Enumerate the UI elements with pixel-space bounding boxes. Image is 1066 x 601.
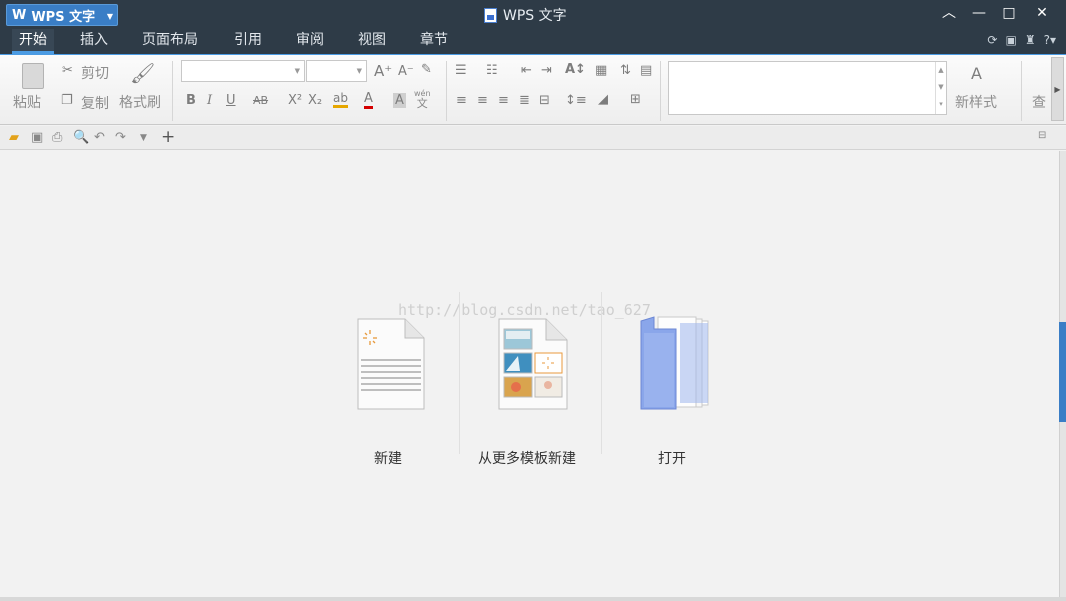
subscript-button[interactable]: X₂ <box>308 93 322 108</box>
table-grid-icon[interactable]: ▦ <box>595 63 607 78</box>
paste-button[interactable]: 粘贴 <box>13 92 41 112</box>
phonetic-guide-icon[interactable]: wén 文 <box>414 89 431 109</box>
chevron-down-icon: ▼ <box>356 67 362 75</box>
bold-button[interactable]: B <box>186 93 196 108</box>
toolbar-options-icon[interactable]: ⊟ <box>1038 130 1046 141</box>
line-spacing-icon[interactable]: ↕≡ <box>565 93 587 108</box>
separator <box>172 61 173 121</box>
ribbon-tab-bar: 开始 插入 页面布局 引用 审阅 视图 章节 ⟳ ▣ ♜ ?▾ <box>0 29 1066 54</box>
bullet-list-icon[interactable]: ☰ <box>455 63 467 78</box>
title-bar: W WPS 文字 ▼ WPS 文字 ︿ — □ ✕ <box>0 0 1066 29</box>
open-folder-large-icon[interactable] <box>640 315 710 411</box>
tab-bar-tools: ⟳ ▣ ♜ ?▾ <box>987 33 1056 47</box>
separator <box>446 61 447 121</box>
paste-icon[interactable] <box>22 63 44 89</box>
numbered-list-icon[interactable]: ☷ <box>486 63 498 78</box>
tab-view[interactable]: 视图 <box>358 29 386 54</box>
find-button[interactable]: 查 <box>1032 92 1046 112</box>
copy-icon: ❐ <box>61 93 73 108</box>
ribbon-scroll-right-button[interactable]: ▶ <box>1051 57 1064 121</box>
skin-icon[interactable]: ♜ <box>1025 33 1036 47</box>
format-painter-icon: 🖌 <box>130 61 156 85</box>
watermark-text: http://blog.csdn.net/tao_627 <box>398 301 651 319</box>
minimize-button[interactable]: — <box>966 3 992 23</box>
align-left-icon[interactable]: ≡ <box>456 93 467 108</box>
tab-page-layout[interactable]: 页面布局 <box>142 29 198 54</box>
char-shading-icon[interactable]: A <box>393 93 406 108</box>
customize-dropdown-icon[interactable]: ▼ <box>140 133 147 143</box>
decrease-indent-icon[interactable]: ⇤ <box>521 63 532 78</box>
divider <box>459 292 460 454</box>
chevron-down-icon: ▼ <box>106 12 113 21</box>
account-icon[interactable]: ▣ <box>1005 33 1016 47</box>
show-marks-icon[interactable]: ▤ <box>640 63 652 78</box>
highlight-icon[interactable]: ab <box>333 91 348 108</box>
print-preview-icon[interactable]: 🔍 <box>73 130 89 145</box>
clear-format-icon[interactable]: ✎ <box>421 62 432 77</box>
font-name-select[interactable]: ▼ <box>181 60 305 82</box>
format-painter-button[interactable]: 格式刷 <box>119 92 161 112</box>
cut-button[interactable]: 剪切 <box>81 63 109 83</box>
tab-references[interactable]: 引用 <box>234 29 262 54</box>
help-icon[interactable]: ?▾ <box>1044 33 1056 47</box>
new-style-icon: A <box>971 64 982 83</box>
paragraph-shading-icon[interactable]: ◢ <box>598 92 608 107</box>
undo-icon[interactable]: ↶ <box>94 130 105 145</box>
borders-icon[interactable]: ⊞ <box>630 92 641 107</box>
separator <box>1021 61 1022 121</box>
tab-sections[interactable]: 章节 <box>420 29 448 54</box>
strikethrough-button[interactable]: AB <box>253 94 268 107</box>
chevron-down-icon: ▼ <box>294 67 300 75</box>
phonetic-char: 文 <box>416 97 428 110</box>
bottom-edge <box>0 597 1066 601</box>
wps-logo-icon: W <box>12 7 27 23</box>
text-direction-icon[interactable]: A↕ <box>565 62 586 77</box>
print-icon[interactable]: ⎙ <box>52 130 62 145</box>
redo-icon[interactable]: ↷ <box>115 130 126 145</box>
open-button[interactable]: 打开 <box>658 448 686 468</box>
document-icon <box>484 7 497 23</box>
justify-icon[interactable]: ≣ <box>519 93 530 108</box>
align-right-icon[interactable]: ≡ <box>498 93 509 108</box>
tab-review[interactable]: 审阅 <box>296 29 324 54</box>
new-style-button[interactable]: 新样式 <box>955 92 997 112</box>
separator <box>660 61 661 121</box>
divider <box>601 292 602 454</box>
copy-button[interactable]: 复制 <box>81 93 109 113</box>
open-folder-icon[interactable]: ▰ <box>9 130 19 145</box>
collapse-ribbon-icon[interactable]: ︿ <box>936 3 962 23</box>
superscript-button[interactable]: X² <box>288 93 302 108</box>
align-center-icon[interactable]: ≡ <box>477 93 488 108</box>
new-document-button[interactable]: 新建 <box>374 448 402 468</box>
font-size-select[interactable]: ▼ <box>306 60 367 82</box>
wps-app-menu-button[interactable]: W WPS 文字 ▼ <box>6 4 118 26</box>
window-title: WPS 文字 <box>484 5 567 25</box>
quick-access-toolbar: ▰ ▣ ⎙ 🔍 ↶ ↷ ▼ + ⊟ <box>0 126 1066 150</box>
italic-button[interactable]: I <box>207 93 212 108</box>
sort-icon[interactable]: ⇅ <box>620 63 631 78</box>
ribbon-toolbar: 粘贴 ✂ 剪切 ❐ 复制 🖌 格式刷 ▼ ▼ A⁺ A⁻ ✎ B I U AB … <box>0 54 1066 125</box>
scissors-icon: ✂ <box>62 63 73 78</box>
new-from-template-button[interactable]: 从更多模板新建 <box>478 448 576 468</box>
font-color-button[interactable]: A <box>364 91 373 109</box>
task-pane-toggle[interactable] <box>1059 322 1066 422</box>
tab-insert[interactable]: 插入 <box>80 29 108 54</box>
shrink-font-icon[interactable]: A⁻ <box>398 64 414 79</box>
new-tab-plus-icon[interactable]: + <box>161 127 175 147</box>
new-document-icon[interactable] <box>357 318 425 410</box>
distributed-icon[interactable]: ⊟ <box>539 93 550 108</box>
underline-button[interactable]: U <box>226 93 236 108</box>
increase-indent-icon[interactable]: ⇥ <box>541 63 552 78</box>
tab-home[interactable]: 开始 <box>12 29 54 54</box>
grow-font-icon[interactable]: A⁺ <box>374 62 392 80</box>
close-button[interactable]: ✕ <box>1029 3 1055 23</box>
template-icon[interactable] <box>498 318 568 410</box>
app-menu-label: WPS 文字 <box>31 9 96 25</box>
maximize-button[interactable]: □ <box>996 3 1022 23</box>
save-icon[interactable]: ▣ <box>31 130 43 145</box>
window-title-text: WPS 文字 <box>503 8 567 24</box>
style-gallery-scroll[interactable]: ▲ ▼ ▾ <box>935 62 946 114</box>
refresh-icon[interactable]: ⟳ <box>987 33 997 47</box>
style-gallery[interactable]: ▲ ▼ ▾ <box>668 61 947 115</box>
